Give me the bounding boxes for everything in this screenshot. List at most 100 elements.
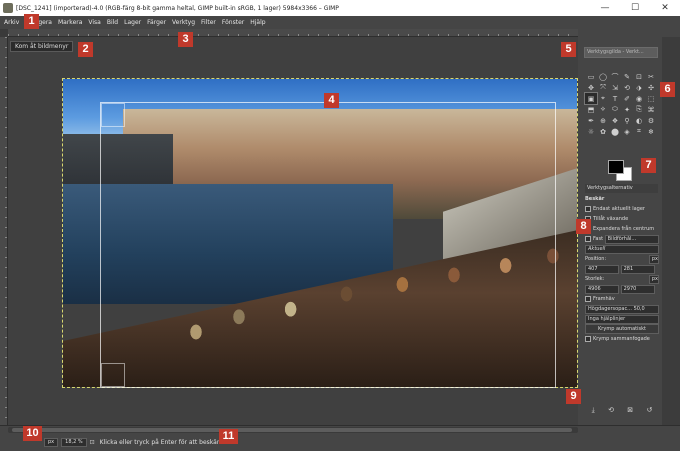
callout-badge-9: 9 — [566, 389, 581, 404]
rotate-tool-icon[interactable]: ⟲ — [621, 82, 633, 93]
title-bar: [DSC_1241] (importerad)-4.0 (RGB-färg 8-… — [0, 0, 680, 16]
measure-tool-icon[interactable]: ⌖ — [597, 93, 609, 104]
rect-select-tool-icon[interactable]: ▭ — [585, 71, 597, 82]
menu-hjalp[interactable]: Hjälp — [250, 19, 265, 26]
window-controls: — ☐ ✕ — [590, 0, 680, 16]
unit-select[interactable]: px — [44, 437, 59, 447]
tool-options-tab[interactable]: Verktygsalternativ — [585, 184, 658, 193]
save-options-icon[interactable]: ⤓ — [592, 406, 595, 415]
menu-lager[interactable]: Lager — [124, 19, 141, 26]
highlight-opacity-row[interactable]: Högdagersopac... 50,0 — [585, 304, 659, 314]
scissors-tool-icon[interactable]: ✂ — [645, 71, 657, 82]
checkbox-icon[interactable] — [585, 296, 591, 302]
menu-fonster[interactable]: Fönster — [222, 19, 244, 26]
zoom-select[interactable]: 18,2 % — [61, 437, 87, 447]
menu-markera[interactable]: Markera — [58, 19, 82, 26]
paintbrush-tool-icon[interactable]: ◉ — [633, 93, 645, 104]
eraser-tool-icon[interactable]: ⬚ — [645, 93, 657, 104]
close-button[interactable]: ✕ — [650, 0, 680, 16]
fixed-aspect-row[interactable]: Fast Bildförhål... — [585, 234, 659, 244]
seamless-clone-tool-icon[interactable]: ❄ — [645, 126, 657, 137]
crop-info-icon: ⊡ — [89, 438, 95, 446]
crop-rectangle[interactable] — [100, 102, 556, 388]
airbrush-tool-icon[interactable]: ⬭ — [609, 104, 621, 115]
callout-badge-11: 11 — [219, 429, 238, 444]
ink-tool-icon[interactable]: ✦ — [621, 104, 633, 115]
tool-search-input[interactable]: Verktygsgilda - Verkt... — [584, 47, 658, 58]
ellipse-select-tool-icon[interactable]: ◯ — [597, 71, 609, 82]
current-aspect-field[interactable]: Aktuell — [585, 244, 659, 254]
shrink-merged-option[interactable]: Krymp sammanfogade — [585, 334, 659, 344]
crop-handle-bottom-left[interactable] — [101, 363, 125, 387]
minimize-button[interactable]: — — [590, 0, 620, 16]
mypaint-brush-tool-icon[interactable]: ✿ — [597, 126, 609, 137]
crop-handle-top-left[interactable] — [101, 103, 125, 127]
callout-badge-6: 6 — [660, 82, 675, 97]
menu-visa[interactable]: Visa — [88, 19, 100, 26]
scale-tool-icon[interactable]: ⇲ — [609, 82, 621, 93]
checkbox-icon[interactable] — [585, 336, 591, 342]
heal-tool-icon[interactable]: ⌘ — [645, 104, 657, 115]
aspect-dropdown[interactable]: Bildförhål... — [604, 234, 659, 244]
free-select-tool-icon[interactable]: ⌒ — [609, 71, 621, 82]
bucket-fill-tool-icon[interactable]: ⬒ — [585, 104, 597, 115]
expand-center-option[interactable]: Expandera från centrum — [585, 224, 659, 234]
position-unit-select[interactable]: px — [648, 254, 659, 264]
fuzzy-select-tool-icon[interactable]: ✎ — [621, 71, 633, 82]
image-menu-tooltip: Kom åt bildmenyr — [10, 41, 74, 52]
vertical-ruler[interactable] — [0, 37, 8, 425]
maximize-button[interactable]: ☐ — [620, 0, 650, 16]
size-unit-select[interactable]: px — [648, 274, 659, 284]
blur-tool-icon[interactable]: ☼ — [585, 126, 597, 137]
size-width-field[interactable]: 4906 — [585, 284, 619, 294]
horizontal-scrollbar[interactable] — [8, 427, 578, 433]
path-tool-icon[interactable]: ✒ — [585, 115, 597, 126]
cage-tool-icon[interactable]: ⌗ — [633, 126, 645, 137]
fg-bg-colors[interactable] — [604, 158, 634, 182]
perspective-tool-icon[interactable]: ❖ — [609, 115, 621, 126]
scrollbar-thumb[interactable] — [12, 428, 572, 432]
position-y-field[interactable]: 281 — [620, 264, 655, 274]
menu-farger[interactable]: Färger — [147, 19, 166, 26]
smudge-tool-icon[interactable]: ⚙ — [645, 115, 657, 126]
highlight-opacity-slider[interactable]: Högdagersopac... 50,0 — [585, 304, 659, 314]
allow-growing-option[interactable]: Tillåt växande — [585, 214, 659, 224]
auto-shrink-row[interactable]: Krymp automatiskt — [585, 324, 659, 334]
reset-options-icon[interactable]: ↺ — [646, 406, 652, 414]
foreground-select-tool-icon[interactable]: ⬤ — [609, 126, 621, 137]
crop-tool-icon[interactable]: ▣ — [584, 92, 598, 105]
delete-options-icon[interactable]: ⊠ — [627, 406, 633, 414]
horizontal-ruler[interactable] — [8, 29, 578, 37]
warp-tool-icon[interactable]: ◈ — [621, 126, 633, 137]
auto-shrink-button[interactable]: Krymp automatiskt — [585, 324, 659, 334]
shear-tool-icon[interactable]: ⬗ — [633, 82, 645, 93]
current-layer-option[interactable]: Endast aktuellt lager — [585, 204, 659, 214]
clone-tool-icon[interactable]: ⎘ — [633, 104, 645, 115]
foreground-color-swatch[interactable] — [608, 160, 624, 174]
menu-filter[interactable]: Filter — [201, 19, 216, 26]
guides-row[interactable]: Inga hjälplinjer — [585, 314, 659, 324]
size-height-field[interactable]: 2970 — [620, 284, 655, 294]
crop-tool-options: Beskär Endast aktuellt lager Tillåt växa… — [585, 194, 659, 344]
dodge-burn-tool-icon[interactable]: ◐ — [633, 115, 645, 126]
highlight-option[interactable]: Framhäv — [585, 294, 659, 304]
restore-options-icon[interactable]: ⟲ — [608, 406, 614, 414]
text-tool-icon[interactable]: T — [609, 93, 621, 104]
menu-bild[interactable]: Bild — [107, 19, 118, 26]
image-menu-button[interactable] — [0, 29, 8, 37]
pencil-tool-icon[interactable]: ✐ — [621, 93, 633, 104]
align-tool-icon[interactable]: ⤧ — [597, 82, 609, 93]
checkbox-icon[interactable] — [585, 206, 591, 212]
position-x-field[interactable]: 407 — [585, 264, 619, 274]
unified-transform-tool-icon[interactable]: ✣ — [645, 82, 657, 93]
menu-verktyg[interactable]: Verktyg — [172, 19, 195, 26]
menu-arkiv[interactable]: Arkiv — [4, 19, 19, 26]
by-color-select-tool-icon[interactable]: ⊡ — [633, 71, 645, 82]
guides-dropdown[interactable]: Inga hjälplinjer — [585, 314, 659, 324]
gradient-tool-icon[interactable]: ⟡ — [597, 104, 609, 115]
move-tool-icon[interactable]: ✥ — [585, 82, 597, 93]
dock-bottom-buttons: ⤓ ⟲ ⊠ ↺ — [585, 403, 659, 417]
color-picker-tool-icon[interactable]: ⚲ — [621, 115, 633, 126]
checkbox-icon[interactable] — [585, 236, 591, 242]
zoom-tool-icon[interactable]: ⊕ — [597, 115, 609, 126]
